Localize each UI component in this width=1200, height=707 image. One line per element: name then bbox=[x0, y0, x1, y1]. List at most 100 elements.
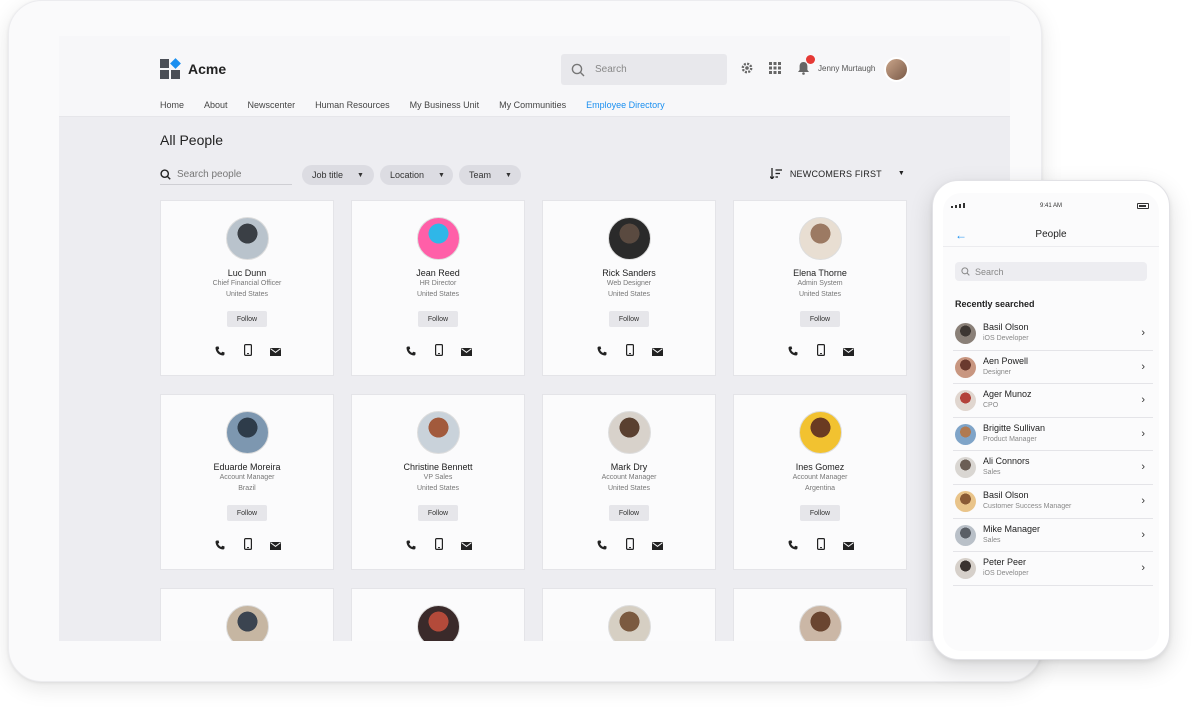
contact-row[interactable]: Brigitte Sullivan Product Manager › bbox=[953, 418, 1153, 452]
person-card[interactable]: Jean Reed HR Director United States Follow bbox=[351, 200, 525, 376]
person-card[interactable] bbox=[542, 588, 716, 641]
contact-row[interactable]: Mike Manager Sales › bbox=[953, 519, 1153, 553]
nav-item-about[interactable]: About bbox=[204, 100, 228, 110]
phone-icon[interactable] bbox=[788, 343, 798, 361]
phone-icon[interactable] bbox=[406, 537, 416, 555]
filter-team[interactable]: Team ▼ bbox=[459, 165, 521, 185]
person-card[interactable]: Eduarde Moreira Account Manager Brazil Foll… bbox=[160, 394, 334, 570]
person-avatar[interactable] bbox=[226, 217, 269, 260]
person-role: VP Sales bbox=[423, 474, 453, 481]
app-logo[interactable]: Acme bbox=[160, 58, 226, 79]
person-avatar[interactable] bbox=[799, 217, 842, 260]
person-name[interactable]: Luc Dunn bbox=[161, 268, 333, 278]
contact-row[interactable]: Basil Olson Customer Success Manager › bbox=[953, 485, 1153, 519]
person-name[interactable]: Rick Sanders bbox=[543, 268, 715, 278]
person-card[interactable]: Luc Dunn Chief Financial Officer United St… bbox=[160, 200, 334, 376]
follow-button[interactable]: Follow bbox=[418, 505, 458, 521]
person-card[interactable] bbox=[160, 588, 334, 641]
follow-button[interactable]: Follow bbox=[418, 311, 458, 327]
filter-job-title[interactable]: Job title ▼ bbox=[302, 165, 374, 185]
nav-item-my-business-unit[interactable]: My Business Unit bbox=[410, 100, 480, 110]
contact-avatar bbox=[955, 356, 976, 378]
mobile-icon[interactable] bbox=[243, 537, 252, 555]
mail-icon[interactable] bbox=[652, 343, 663, 361]
contact-row[interactable]: Aen Powell Designer › bbox=[953, 351, 1153, 385]
notifications-button[interactable] bbox=[795, 55, 815, 76]
follow-button[interactable]: Follow bbox=[800, 505, 840, 521]
global-search-input[interactable]: Search bbox=[561, 54, 727, 85]
nav-item-human-resources[interactable]: Human Resources bbox=[315, 100, 390, 110]
mobile-icon[interactable] bbox=[434, 537, 443, 555]
contact-row[interactable]: Ager Munoz CPO › bbox=[953, 384, 1153, 418]
person-card[interactable]: Elena Thorne Admin System United States Fol… bbox=[733, 200, 907, 376]
person-name[interactable]: Christine Bennett bbox=[352, 462, 524, 472]
mobile-icon[interactable] bbox=[243, 343, 252, 361]
mobile-icon[interactable] bbox=[434, 343, 443, 361]
mail-icon[interactable] bbox=[652, 537, 663, 555]
people-search-input[interactable]: Search people bbox=[160, 165, 292, 185]
tablet-frame: Acme Search Jenny Murtaugh Home About Ne… bbox=[8, 0, 1042, 682]
person-card[interactable]: Christine Bennett VP Sales United States Fo… bbox=[351, 394, 525, 570]
contact-row[interactable]: Basil Olson iOS Developer › bbox=[953, 317, 1153, 351]
person-avatar[interactable] bbox=[608, 217, 651, 260]
person-avatar[interactable] bbox=[417, 217, 460, 260]
nav-item-newscenter[interactable]: Newscenter bbox=[248, 100, 296, 110]
mobile-icon[interactable] bbox=[816, 537, 825, 555]
logo-icon bbox=[160, 58, 181, 79]
nav-item-my-communities[interactable]: My Communities bbox=[499, 100, 566, 110]
follow-button[interactable]: Follow bbox=[609, 505, 649, 521]
user-avatar[interactable] bbox=[884, 57, 909, 82]
mail-icon[interactable] bbox=[843, 537, 854, 555]
person-avatar[interactable] bbox=[417, 605, 460, 641]
mail-icon[interactable] bbox=[843, 343, 854, 361]
phone-icon[interactable] bbox=[597, 537, 607, 555]
person-avatar[interactable] bbox=[226, 605, 269, 641]
filter-location[interactable]: Location ▼ bbox=[380, 165, 453, 185]
contact-actions bbox=[215, 343, 281, 361]
user-name[interactable]: Jenny Murtaugh bbox=[818, 64, 875, 73]
person-card[interactable] bbox=[733, 588, 907, 641]
person-avatar[interactable] bbox=[799, 605, 842, 641]
mail-icon[interactable] bbox=[461, 343, 472, 361]
phone-icon[interactable] bbox=[215, 343, 225, 361]
person-avatar[interactable] bbox=[608, 411, 651, 454]
contact-row[interactable]: Peter Peer iOS Developer › bbox=[953, 552, 1153, 586]
contact-name: Basil Olson bbox=[983, 322, 1029, 332]
nav-item-employee-directory[interactable]: Employee Directory bbox=[586, 100, 665, 110]
mobile-icon[interactable] bbox=[816, 343, 825, 361]
mail-icon[interactable] bbox=[270, 343, 281, 361]
contact-row[interactable]: Ali Connors Sales › bbox=[953, 451, 1153, 485]
settings-button[interactable] bbox=[739, 60, 755, 76]
sort-dropdown[interactable]: NEWCOMERS FIRST ▼ bbox=[769, 168, 905, 179]
person-name[interactable]: Ines Gomez bbox=[734, 462, 906, 472]
phone-icon[interactable] bbox=[597, 343, 607, 361]
person-avatar[interactable] bbox=[226, 411, 269, 454]
mobile-icon[interactable] bbox=[625, 343, 634, 361]
follow-button[interactable]: Follow bbox=[609, 311, 649, 327]
phone-icon[interactable] bbox=[406, 343, 416, 361]
person-name[interactable]: Eduarde Moreira bbox=[161, 462, 333, 472]
person-name[interactable]: Jean Reed bbox=[352, 268, 524, 278]
nav-item-home[interactable]: Home bbox=[160, 100, 184, 110]
person-avatar[interactable] bbox=[417, 411, 460, 454]
mail-icon[interactable] bbox=[461, 537, 472, 555]
apps-button[interactable] bbox=[767, 60, 783, 76]
person-card[interactable]: Mark Dry Account Manager United States Foll… bbox=[542, 394, 716, 570]
person-name[interactable]: Elena Thorne bbox=[734, 268, 906, 278]
phone-icon[interactable] bbox=[788, 537, 798, 555]
follow-button[interactable]: Follow bbox=[227, 311, 267, 327]
follow-button[interactable]: Follow bbox=[227, 505, 267, 521]
phone-icon[interactable] bbox=[215, 537, 225, 555]
mobile-icon[interactable] bbox=[625, 537, 634, 555]
global-search-placeholder: Search bbox=[595, 64, 627, 75]
mobile-search-input[interactable]: Search bbox=[955, 262, 1147, 281]
mail-icon[interactable] bbox=[270, 537, 281, 555]
person-card[interactable]: Ines Gomez Account Manager Argentina Follow bbox=[733, 394, 907, 570]
person-avatar[interactable] bbox=[608, 605, 651, 641]
contact-name: Basil Olson bbox=[983, 489, 1029, 500]
follow-button[interactable]: Follow bbox=[800, 311, 840, 327]
person-card[interactable]: Rick Sanders Web Designer United States Fol… bbox=[542, 200, 716, 376]
person-card[interactable] bbox=[351, 588, 525, 641]
person-avatar[interactable] bbox=[799, 411, 842, 454]
person-name[interactable]: Mark Dry bbox=[543, 462, 715, 472]
